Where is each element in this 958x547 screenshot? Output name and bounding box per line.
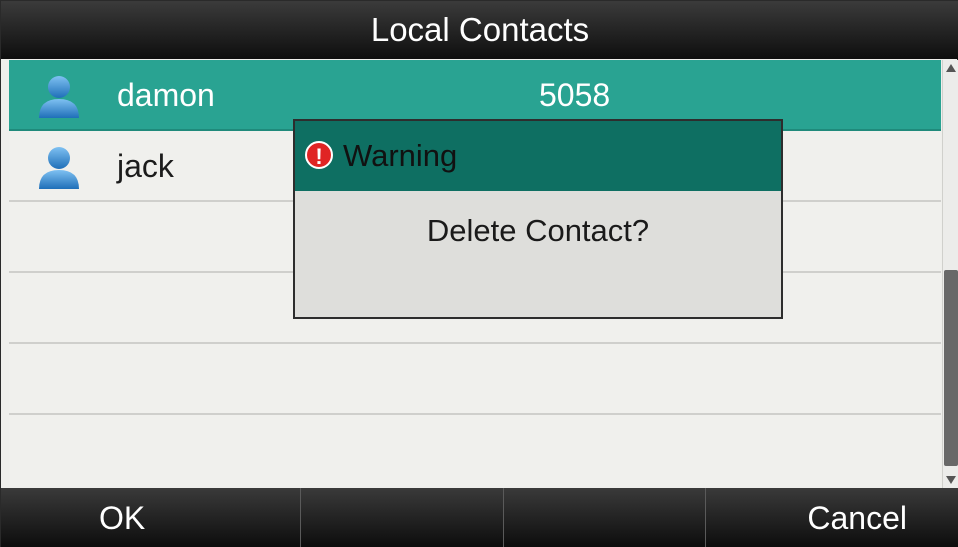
contact-name: damon: [117, 77, 215, 113]
contact-name: jack: [117, 148, 174, 184]
dialog-title: Warning: [343, 138, 458, 173]
scroll-thumb[interactable]: [944, 270, 958, 466]
softkey-bar: OK Cancel: [1, 488, 958, 547]
page-title: Local Contacts: [1, 1, 958, 59]
ok-button[interactable]: OK: [1, 488, 302, 547]
contact-avatar-icon: [39, 147, 79, 189]
dialog-message: Delete Contact?: [426, 213, 650, 248]
scroll-down-arrow-icon[interactable]: [946, 476, 956, 484]
warning-icon: !: [305, 141, 333, 169]
dialog-header: ! Warning: [295, 121, 781, 191]
phone-screen: Local Contacts damon 5058 jack ! Warning…: [0, 0, 958, 547]
softkey-3[interactable]: [504, 488, 706, 547]
warning-dialog: ! Warning Delete Contact?: [293, 119, 783, 319]
scrollbar[interactable]: [942, 60, 958, 488]
softkey-2[interactable]: [301, 488, 504, 547]
empty-row: [9, 344, 941, 415]
cancel-button[interactable]: Cancel: [706, 488, 958, 547]
scroll-up-arrow-icon[interactable]: [946, 64, 956, 72]
empty-row: [9, 415, 941, 486]
contact-avatar-icon: [39, 76, 79, 118]
